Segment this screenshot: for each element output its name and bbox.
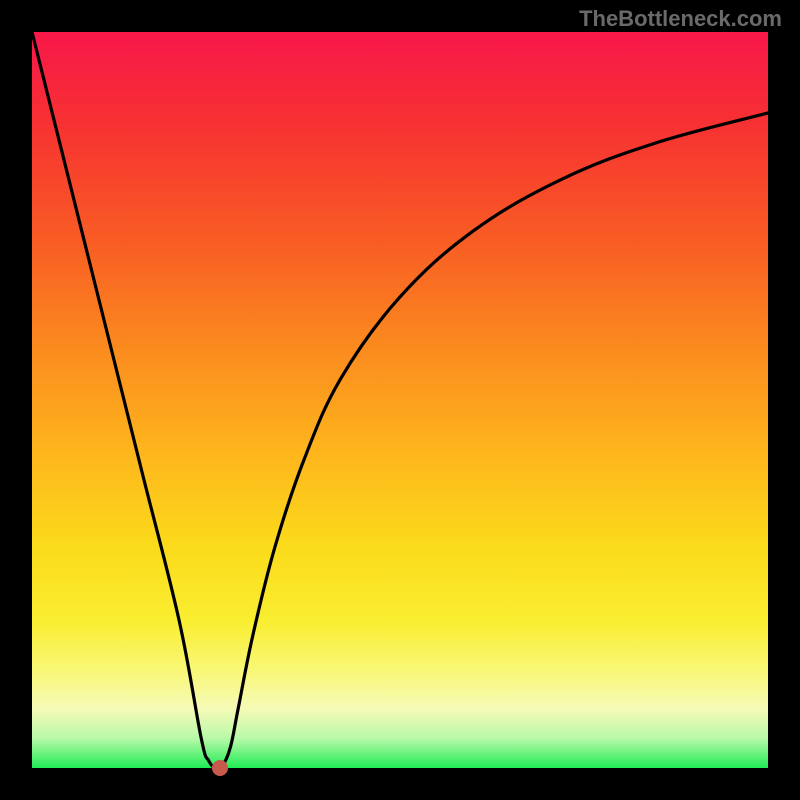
minimum-marker [212, 760, 228, 776]
chart-frame: TheBottleneck.com [0, 0, 800, 800]
curve-layer [32, 32, 768, 768]
bottleneck-curve [32, 32, 768, 768]
watermark-text: TheBottleneck.com [579, 6, 782, 32]
